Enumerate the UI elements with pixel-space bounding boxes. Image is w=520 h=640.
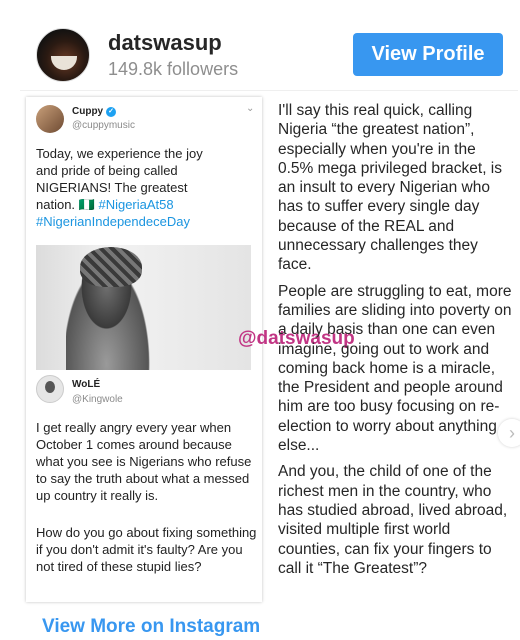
- tweet-handle: @Kingwole: [72, 394, 123, 405]
- hashtag-link: #NigeriaAt58: [98, 197, 174, 212]
- hashtag-link: #NigerianIndependeceDay: [36, 214, 190, 229]
- avatar[interactable]: [36, 28, 90, 82]
- tweet-photo: [36, 245, 251, 370]
- tweet-author-name: WoLÉ: [72, 379, 101, 390]
- post-caption: I'll say this real quick, calling Nigeri…: [278, 101, 514, 585]
- tweet-text: Today, we experience the joy and pride o…: [36, 145, 216, 230]
- post-content: Cuppy ✓ @cuppymusic ⌄ Today, we experienc…: [20, 90, 520, 610]
- tweet-text: I get really angry every year when Octob…: [36, 420, 252, 503]
- tweet-avatar: [36, 375, 64, 403]
- caption-paragraph: And you, the child of one of the richest…: [278, 463, 508, 577]
- caption-paragraph: People are struggling to eat, more famil…: [278, 282, 512, 455]
- username[interactable]: datswasup: [108, 30, 222, 56]
- view-profile-button[interactable]: View Profile: [353, 33, 503, 76]
- tweet-author-label: Cuppy: [72, 106, 104, 117]
- view-more-link[interactable]: View More on Instagram: [42, 616, 260, 638]
- chevron-down-icon: ⌄: [246, 103, 255, 114]
- tweet-handle: @cuppymusic: [72, 120, 135, 131]
- tweet-avatar: [36, 105, 64, 133]
- tweet-text: How do you go about fixing something if …: [36, 525, 257, 574]
- headwrap-shape: [80, 247, 142, 287]
- caption-paragraph: I'll say this real quick, calling Nigeri…: [278, 102, 503, 274]
- tweet-author-name: Cuppy ✓: [72, 106, 117, 117]
- follower-count: 149.8k followers: [108, 59, 239, 79]
- tweet-screenshot: Cuppy ✓ @cuppymusic ⌄ Today, we experienc…: [26, 97, 262, 602]
- profile-header: datswasup 149.8k followers View Profile: [0, 0, 520, 95]
- chevron-right-icon[interactable]: ›: [498, 419, 520, 447]
- verified-icon: ✓: [106, 107, 117, 117]
